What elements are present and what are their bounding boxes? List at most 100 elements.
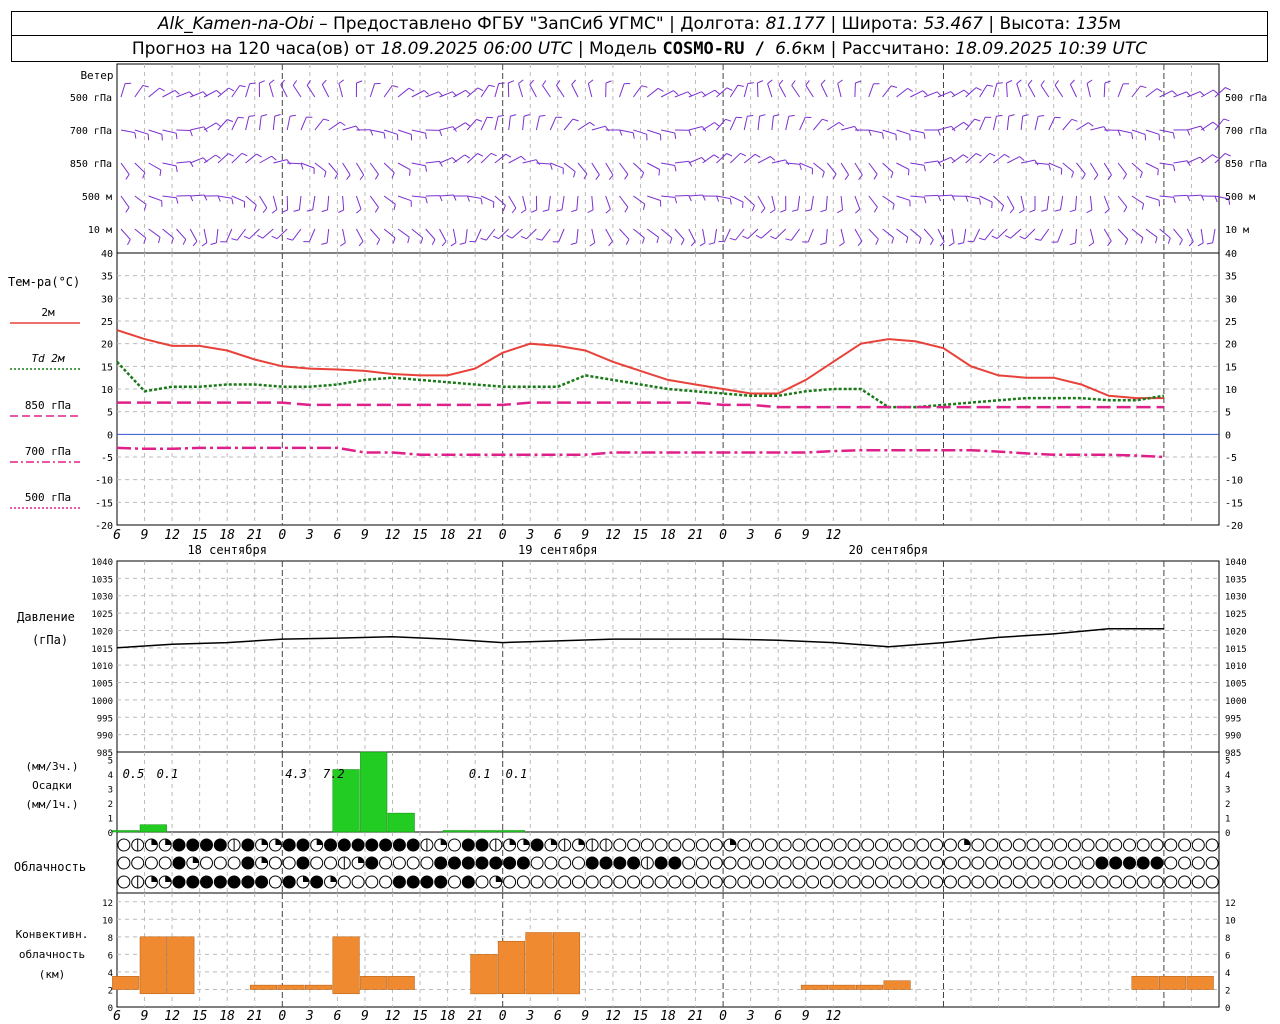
cloud-symbol-mark (297, 857, 309, 869)
wind-barb-flag (755, 234, 762, 239)
wind-barb (425, 91, 439, 98)
hour-label-top: 3 (746, 528, 755, 543)
precip-bar (470, 830, 498, 833)
wind-barb (439, 194, 454, 197)
cloud-symbol-mark (523, 839, 530, 845)
hour-label-bottom: 15 (192, 1009, 208, 1024)
press-ytick-right: 1035 (1225, 575, 1247, 585)
wind-barb-flag (1054, 209, 1061, 212)
cloud-symbol-mark (1095, 857, 1108, 869)
wind-barb (1145, 88, 1158, 98)
temp-ytick-left: -15 (95, 498, 113, 509)
wind-barb (162, 195, 177, 199)
cloud-symbol (144, 856, 158, 870)
wind-barb-flag (930, 239, 934, 246)
wind-barb (619, 83, 625, 98)
conv-ytick-left: 4 (108, 969, 113, 979)
wind-barb (411, 228, 424, 239)
cloud-symbol-mark (358, 857, 365, 863)
wind-barb (882, 85, 892, 98)
precip-bar (139, 824, 167, 833)
temp-ytick-right: 30 (1225, 294, 1237, 305)
conv-bar (1131, 976, 1159, 990)
wind-barb (840, 162, 850, 176)
wind-barb (1040, 85, 1050, 98)
cloud-symbol-mark (964, 839, 971, 845)
cloud-symbol-mark (586, 857, 599, 869)
wind-barb-flag (142, 85, 149, 88)
cloud-symbol (1191, 875, 1205, 889)
precip-annotation: 4.3 (285, 767, 307, 781)
wind-barb (522, 116, 525, 131)
cloud-symbol (682, 838, 696, 852)
wind-barb-flag (520, 155, 526, 161)
wind-barb-flag (175, 197, 179, 204)
wind-barb (541, 228, 551, 241)
wind-barb (577, 121, 590, 131)
cloud-symbol (792, 838, 806, 852)
wind-barb-flag (549, 163, 553, 170)
wind-barb-flag (321, 79, 327, 85)
press-ytick-left: 1000 (91, 697, 113, 707)
cloud-symbol (682, 856, 696, 870)
cloud-symbol-mark (283, 839, 296, 851)
wind-barb-flag (669, 237, 673, 244)
conv-ytick-right: 6 (1225, 951, 1230, 961)
temp-ytick-left: -20 (95, 521, 113, 532)
wind-barb (951, 154, 964, 164)
wind-barb-flag (642, 203, 646, 211)
wind-barb (203, 154, 216, 164)
cloud-symbol-mark (261, 857, 268, 863)
hour-label-bottom: 0 (719, 1009, 727, 1024)
cloud-symbol (448, 838, 461, 852)
wind-barb (714, 228, 717, 243)
wind-barb-flag (726, 153, 733, 157)
wind-barb (1187, 156, 1201, 164)
wind-barb-flag (464, 122, 471, 127)
hour-label-bottom: 9 (802, 1009, 810, 1024)
wind-barb-flag (589, 242, 596, 247)
wind-barb-flag (873, 206, 878, 213)
wind-barb (1117, 129, 1132, 134)
wind-barb (383, 228, 396, 239)
cloud-symbol-mark (655, 857, 668, 869)
cloud-symbol (1067, 838, 1081, 852)
wind-barb-flag (1019, 235, 1026, 240)
wind-barb-flag (975, 87, 982, 91)
wind-barb-flag (477, 153, 484, 157)
wind-barb-flag (192, 240, 198, 247)
wind-barb (1145, 162, 1159, 170)
wind-barb (1212, 228, 1216, 243)
wind-barb-flag (1048, 164, 1051, 171)
cloud-symbol (351, 875, 365, 889)
wind-barb (910, 195, 925, 198)
cloud-symbol (227, 856, 241, 870)
wind-barb-flag (1016, 79, 1022, 85)
wind-barb-flag (962, 154, 969, 159)
wind-barb (298, 195, 302, 210)
wind-barb (453, 122, 466, 131)
press-ytick-right: 1000 (1225, 697, 1247, 707)
wind-barb (716, 195, 731, 200)
cloud-symbol (1178, 875, 1192, 889)
press-ytick-left: 1005 (91, 680, 113, 690)
wind-barb (797, 195, 801, 210)
wind-barb-flag (530, 209, 537, 213)
wind-barb (674, 160, 689, 164)
cloud-symbol-mark (1109, 857, 1122, 869)
wind-title: Ветер (80, 69, 113, 82)
wind-barb (217, 195, 232, 199)
cloud-symbol-mark (495, 876, 502, 882)
wind-barb-flag (1172, 132, 1175, 139)
wind-barb-flag (747, 115, 754, 117)
wind-barb (480, 195, 495, 203)
wind-barb (868, 195, 878, 208)
wind-barb (1054, 84, 1064, 98)
cloud-symbol (1164, 838, 1178, 852)
wind-barb (896, 195, 910, 201)
wind-barb-flag (321, 242, 328, 245)
wind-barb (453, 89, 466, 98)
wind-barb-flag (918, 237, 922, 244)
hour-label-bottom: 0 (278, 1009, 286, 1024)
wind-barb-flag (822, 118, 829, 122)
